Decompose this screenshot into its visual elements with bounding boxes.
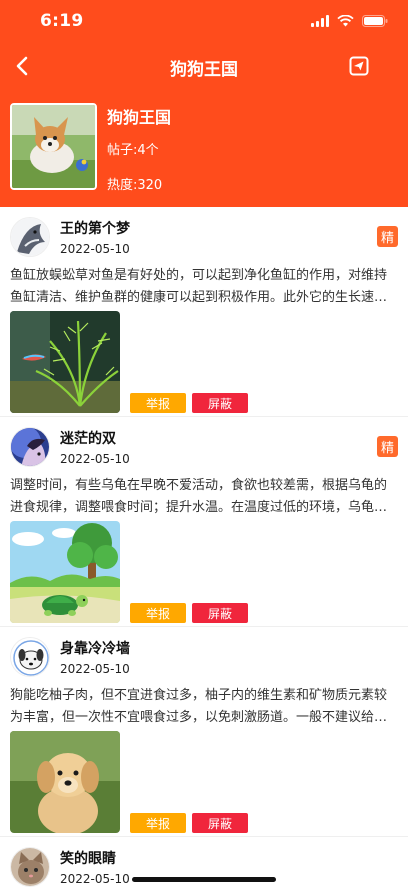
post-item[interactable]: 笑的眼睛 2022-05-10 xyxy=(0,837,408,890)
post-image[interactable] xyxy=(10,521,120,623)
post-username[interactable]: 身靠冷冷墙 xyxy=(60,638,130,658)
post-username[interactable]: 迷茫的双 xyxy=(60,428,116,448)
user-avatar[interactable] xyxy=(10,637,50,677)
share-button[interactable] xyxy=(346,53,372,79)
block-button[interactable]: 屏蔽 xyxy=(192,603,248,623)
block-button[interactable]: 屏蔽 xyxy=(192,393,248,413)
post-username[interactable]: 王的第个梦 xyxy=(60,218,130,238)
corgi-puppy-image xyxy=(12,105,95,188)
navbar: 狗狗王国 xyxy=(0,44,408,88)
post-date: 2022-05-10 xyxy=(60,872,130,886)
post-feed: 王的第个梦 2022-05-10 精 鱼缸放蜈蚣草对鱼是有好处的，可以起到净化鱼… xyxy=(0,207,408,890)
status-bar: 6:19 xyxy=(0,0,408,44)
post-text[interactable]: 鱼缸放蜈蚣草对鱼是有好处的，可以起到净化鱼缸的作用，对维持鱼缸清洁、维护鱼群的健… xyxy=(10,265,398,309)
post-image[interactable] xyxy=(10,731,120,833)
post-date: 2022-05-10 xyxy=(60,662,130,676)
home-indicator[interactable] xyxy=(132,877,276,882)
user-avatar[interactable] xyxy=(10,427,50,467)
block-button[interactable]: 屏蔽 xyxy=(192,813,248,833)
group-avatar xyxy=(10,103,97,190)
post-item[interactable]: 身靠冷冷墙 2022-05-10 狗能吃柚子肉，但不宜进食过多，柚子内的维生素和… xyxy=(0,627,408,837)
user-avatar[interactable] xyxy=(10,217,50,257)
anime-avatar-icon xyxy=(11,428,49,466)
signal-icon xyxy=(311,15,329,27)
post-username[interactable]: 笑的眼睛 xyxy=(60,848,116,868)
report-button[interactable]: 举报 xyxy=(130,813,186,833)
post-text[interactable]: 狗能吃柚子肉，但不宜进食过多，柚子内的维生素和矿物质元素较为丰富，但一次性不宜喂… xyxy=(10,685,398,729)
report-button[interactable]: 举报 xyxy=(130,393,186,413)
shark-avatar-icon xyxy=(11,218,49,256)
send-icon xyxy=(349,56,369,76)
status-icons xyxy=(311,15,388,27)
user-avatar[interactable] xyxy=(10,847,50,887)
post-text[interactable]: 调整时间，有些乌龟在早晚不爱活动，食欲也较差需，根据乌龟的进食规律，调整喂食时间… xyxy=(10,475,398,519)
cat-avatar-icon xyxy=(11,848,49,886)
featured-badge: 精 xyxy=(377,436,398,457)
post-date: 2022-05-10 xyxy=(60,242,130,256)
post-image[interactable] xyxy=(10,311,120,413)
post-date: 2022-05-10 xyxy=(60,452,130,466)
report-button[interactable]: 举报 xyxy=(130,603,186,623)
wifi-icon xyxy=(337,15,354,27)
post-item[interactable]: 迷茫的双 2022-05-10 精 调整时间，有些乌龟在早晚不爱活动，食欲也较差… xyxy=(0,417,408,627)
post-item[interactable]: 王的第个梦 2022-05-10 精 鱼缸放蜈蚣草对鱼是有好处的，可以起到净化鱼… xyxy=(0,207,408,417)
featured-badge: 精 xyxy=(377,226,398,247)
battery-icon xyxy=(362,15,388,27)
status-time: 6:19 xyxy=(40,11,84,31)
group-info: 狗狗王国 帖子:4个 热度:320 xyxy=(10,103,400,193)
group-name: 狗狗王国 xyxy=(107,108,172,127)
turtle-cartoon-image xyxy=(10,521,120,623)
group-header: 6:19 狗狗王国 狗狗王国 帖子:4个 热度:320 xyxy=(0,0,408,207)
group-post-count: 帖子:4个 xyxy=(107,143,159,158)
aquarium-plant-image xyxy=(10,311,120,413)
group-heat: 热度:320 xyxy=(107,178,163,193)
dog-cartoon-avatar-icon xyxy=(11,638,49,676)
golden-puppy-image xyxy=(10,731,120,833)
